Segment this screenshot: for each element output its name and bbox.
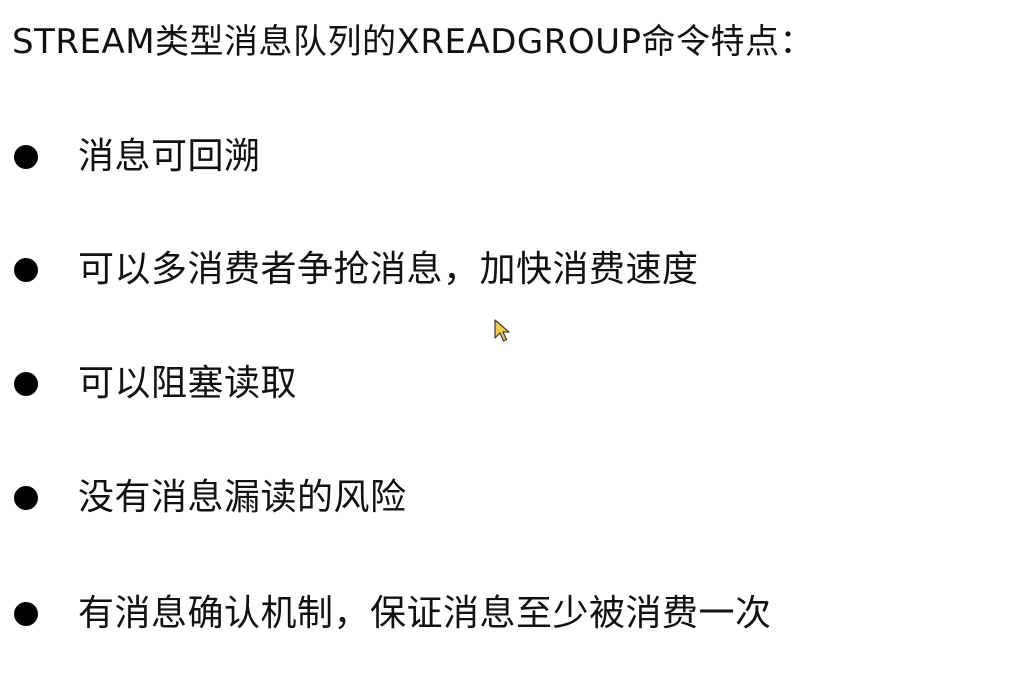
bullet-dot-icon xyxy=(14,145,38,169)
mouse-pointer-icon xyxy=(494,319,510,342)
bullet-text: 没有消息漏读的风险 xyxy=(78,477,407,518)
bullet-dot-icon xyxy=(14,602,38,626)
list-item: 可以多消费者争抢消息，加快消费速度 xyxy=(12,246,699,294)
bullet-text: 消息可回溯 xyxy=(78,136,261,177)
list-item: 没有消息漏读的风险 xyxy=(12,474,407,522)
bullet-text: 可以阻塞读取 xyxy=(78,363,298,404)
bullet-text: 可以多消费者争抢消息，加快消费速度 xyxy=(78,249,699,290)
bullet-dot-icon xyxy=(14,258,38,282)
bullet-dot-icon xyxy=(14,372,38,396)
bullet-text: 有消息确认机制，保证消息至少被消费一次 xyxy=(78,593,772,634)
bullet-dot-icon xyxy=(14,486,38,510)
list-item: 有消息确认机制，保证消息至少被消费一次 xyxy=(12,590,772,638)
slide: STREAM类型消息队列的XREADGROUP命令特点： 消息可回溯 可以多消费… xyxy=(0,0,1012,676)
list-item: 消息可回溯 xyxy=(12,133,261,181)
list-item: 可以阻塞读取 xyxy=(12,360,297,408)
